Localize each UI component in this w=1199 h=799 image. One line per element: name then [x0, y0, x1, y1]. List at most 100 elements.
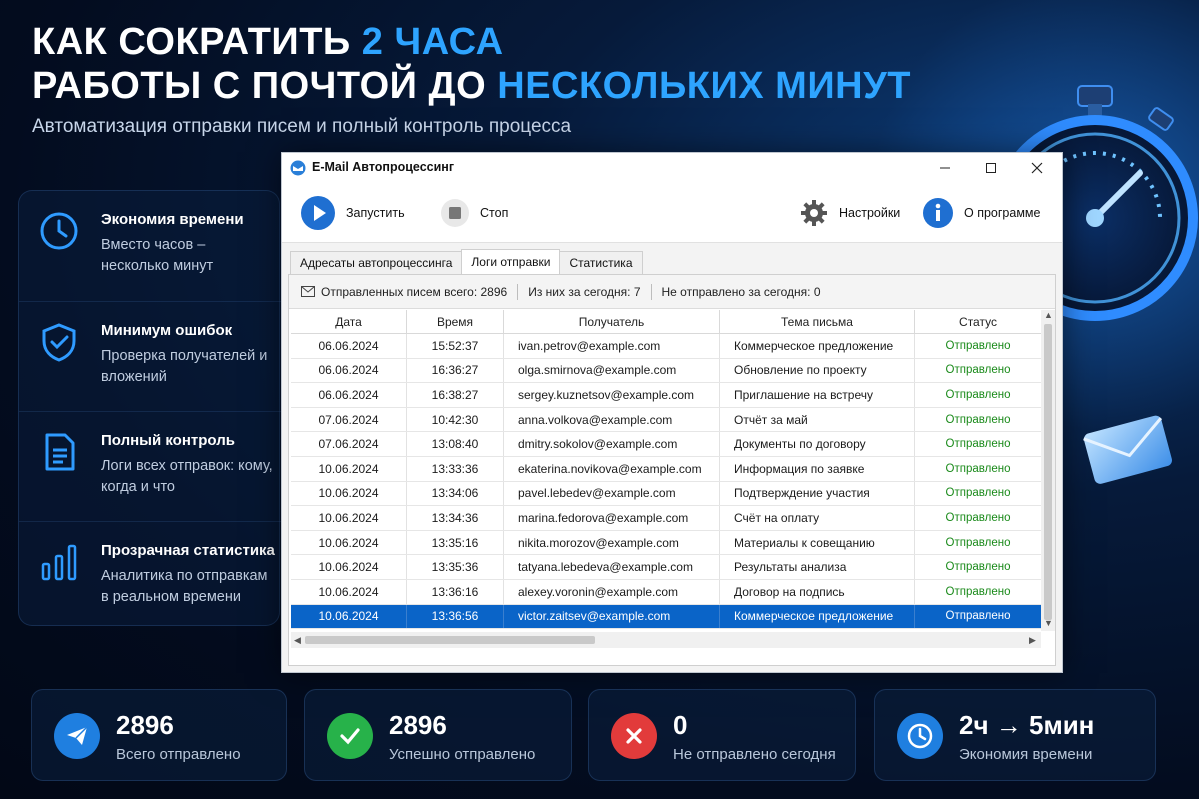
- table-row[interactable]: 10.06.2024 13:34:36 marina.fedorova@exampl…: [291, 506, 1041, 531]
- cell-time: 16:36:27: [407, 358, 504, 383]
- vertical-scroll-thumb[interactable]: [1044, 324, 1052, 620]
- cell-recipient: victor.zaitsev@example.com: [504, 604, 720, 629]
- info-icon: [923, 198, 953, 228]
- table-row[interactable]: 10.06.2024 13:35:16 nikita.morozov@example…: [291, 530, 1041, 556]
- close-button[interactable]: [1014, 153, 1060, 183]
- cell-time: 13:36:56: [407, 604, 504, 629]
- cell-recipient: nikita.morozov@example.com: [504, 530, 720, 555]
- table-row[interactable]: 06.06.2024 16:38:27 sergey.kuznetsov@examp…: [291, 383, 1041, 408]
- table-row[interactable]: 07.06.2024 10:42:30 anna.volkova@example.c…: [291, 407, 1041, 433]
- feature-item: Прозрачная статистика Аналитика по отпра…: [19, 521, 281, 631]
- cell-subject: Коммерческое предложение: [720, 604, 915, 629]
- close-icon: [1031, 162, 1043, 174]
- cell-recipient: marina.fedorova@example.com: [504, 506, 720, 530]
- cell-subject: Документы по договору: [720, 432, 915, 456]
- column-header-subject[interactable]: Тема письма: [720, 310, 915, 333]
- about-button[interactable]: О программе: [922, 195, 1040, 231]
- cell-recipient: olga.smirnova@example.com: [504, 358, 720, 383]
- hero: Как сократить 2 часа работы с почтой до …: [32, 20, 911, 138]
- start-button[interactable]: Запустить: [300, 195, 405, 231]
- clock-icon: [907, 723, 933, 749]
- card-value: 0: [673, 710, 688, 740]
- card-value: 2896: [116, 710, 174, 740]
- cell-date: 10.06.2024: [291, 506, 407, 530]
- divider: [517, 283, 519, 300]
- cell-time: 13:08:40: [407, 432, 504, 456]
- scroll-up-icon[interactable]: ▲: [1044, 310, 1053, 320]
- feature-desc: Вместо часов – несколько минут: [101, 237, 214, 274]
- document-icon: [45, 433, 75, 471]
- column-header-recipient[interactable]: Получатель: [504, 310, 720, 333]
- card-icon-bg: [327, 713, 373, 759]
- feature-desc: Логи всех отправок: кому, когда и что: [101, 458, 273, 495]
- x-icon: [626, 728, 642, 744]
- table-row[interactable]: 10.06.2024 13:36:16 alexey.voronin@example…: [291, 579, 1041, 605]
- settings-button[interactable]: Настройки: [799, 195, 900, 231]
- card-icon-bg: [611, 713, 657, 759]
- stat-card-success: 2896 Успешно отправлено: [304, 689, 572, 781]
- cell-recipient: pavel.lebedev@example.com: [504, 481, 720, 506]
- play-icon: [301, 196, 335, 230]
- minimize-button[interactable]: [922, 153, 968, 183]
- horizontal-scroll-thumb[interactable]: [305, 636, 595, 644]
- stop-button[interactable]: Стоп: [440, 195, 508, 231]
- cell-status: Отправлено: [945, 610, 1011, 623]
- table-row[interactable]: 10.06.2024 13:36:56 victor.zaitsev@example…: [291, 604, 1041, 630]
- cell-time: 13:35:16: [407, 530, 504, 555]
- table-row[interactable]: 10.06.2024 13:35:36 tatyana.lebedeva@examp…: [291, 555, 1041, 580]
- about-label: О программе: [964, 206, 1041, 220]
- cell-date: 10.06.2024: [291, 530, 407, 555]
- horizontal-scrollbar[interactable]: ◀ ▶: [291, 632, 1041, 648]
- table-row[interactable]: 07.06.2024 13:08:40 dmitry.sokolov@example…: [291, 432, 1041, 457]
- cell-recipient: ekaterina.novikova@example.com: [504, 456, 720, 481]
- tab-logs[interactable]: Логи отправки: [461, 249, 561, 274]
- cell-status: Отправлено: [945, 413, 1011, 426]
- maximize-button[interactable]: [968, 153, 1014, 183]
- feature-desc: Аналитика по отправкам в реальном времен…: [101, 568, 268, 605]
- column-header-time[interactable]: Время: [407, 310, 504, 333]
- scroll-right-icon[interactable]: ▶: [1029, 635, 1036, 646]
- vertical-scrollbar[interactable]: ▲ ▼: [1041, 310, 1055, 631]
- cell-date: 06.06.2024: [291, 383, 407, 407]
- card-icon-bg: [54, 713, 100, 759]
- tab-bar: Адресаты автопроцессинга Логи отправки С…: [290, 249, 643, 275]
- table-row[interactable]: 06.06.2024 16:36:27 olga.smirnova@example.…: [291, 358, 1041, 384]
- tab-statistics[interactable]: Статистика: [559, 251, 643, 274]
- column-header-status[interactable]: Статус: [915, 310, 1041, 333]
- today-sent-text: Из них за сегодня: 7: [528, 284, 641, 299]
- cell-recipient: tatyana.lebedeva@example.com: [504, 555, 720, 579]
- minimize-icon: [940, 167, 950, 169]
- total-sent-text: Отправленных писем всего: 2896: [321, 284, 508, 299]
- mail-icon: [301, 286, 315, 297]
- cell-subject: Счёт на оплату: [720, 506, 915, 530]
- table-row[interactable]: 06.06.2024 15:52:37 ivan.petrov@example.co…: [291, 334, 1041, 359]
- hero-subtitle: Автоматизация отправки писем и полный ко…: [32, 116, 572, 137]
- table-row[interactable]: 10.06.2024 13:33:36 ekaterina.novikova@exa…: [291, 456, 1041, 482]
- column-header-date[interactable]: Дата: [291, 310, 407, 333]
- cell-status: Отправлено: [945, 462, 1011, 475]
- cell-recipient: dmitry.sokolov@example.com: [504, 432, 720, 456]
- table-row[interactable]: 10.06.2024 13:34:06 pavel.lebedev@example.…: [291, 481, 1041, 507]
- envelope-icon: [1083, 415, 1172, 484]
- title-bar[interactable]: E-Mail Автопроцессинг: [282, 153, 1062, 183]
- scroll-left-icon[interactable]: ◀: [294, 635, 301, 646]
- hero-accent-2: нескольких минут: [497, 65, 911, 107]
- stat-card-time: 2ч → 5мин Экономия времени: [874, 689, 1156, 781]
- stat-card-total: 2896 Всего отправлено: [31, 689, 287, 781]
- gear-icon: [801, 200, 827, 226]
- cell-date: 07.06.2024: [291, 432, 407, 456]
- card-label: Успешно отправлено: [389, 746, 536, 763]
- cell-status: Отправлено: [945, 585, 1011, 598]
- feature-item: Полный контроль Логи всех отправок: кому…: [19, 411, 281, 521]
- feature-desc: Проверка получателей и вложений: [101, 348, 268, 385]
- failed-today-text: Не отправлено за сегодня: 0: [661, 284, 821, 299]
- cell-recipient: anna.volkova@example.com: [504, 407, 720, 432]
- send-icon: [67, 726, 88, 745]
- tab-recipients[interactable]: Адресаты автопроцессинга: [290, 251, 463, 274]
- cell-recipient: alexey.voronin@example.com: [504, 579, 720, 604]
- card-value: 2896: [389, 710, 447, 740]
- logs-panel: Отправленных писем всего: 2896 Из них за…: [288, 274, 1056, 666]
- hero-title-line2: работы с почтой до нескольких минут: [32, 65, 911, 107]
- scroll-down-icon[interactable]: ▼: [1044, 618, 1053, 628]
- settings-label: Настройки: [839, 206, 901, 220]
